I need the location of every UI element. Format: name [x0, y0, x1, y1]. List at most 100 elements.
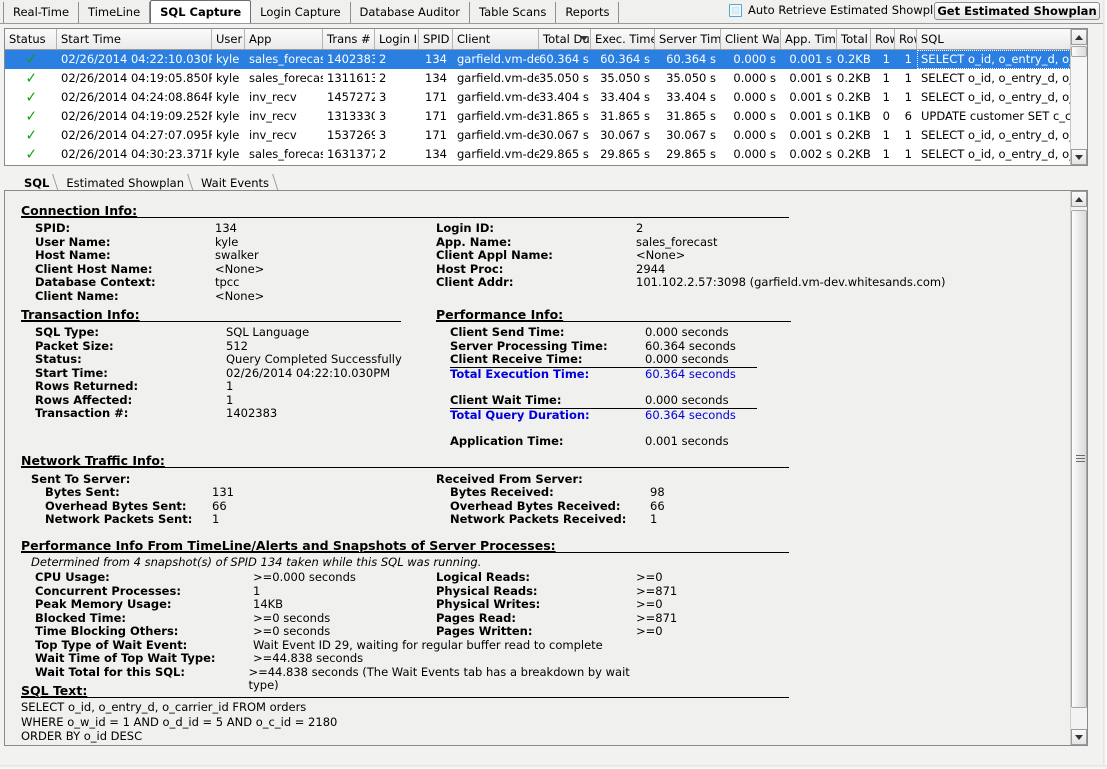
main-tab-real-time[interactable]: Real-Time: [3, 2, 80, 23]
row-status-cell: ✓: [5, 88, 57, 107]
info-row: Network Packets Sent: 1: [45, 512, 431, 527]
top-tab-bar: Real-Time TimeLine SQL Capture Login Captur…: [0, 0, 1107, 24]
grid-column-header-total-du-8[interactable]: Total Du: [539, 29, 591, 49]
detail-scroll-down-button[interactable]: [1071, 729, 1087, 745]
grid-column-header-row-14[interactable]: Row: [871, 29, 895, 49]
main-tab-timeline[interactable]: TimeLine: [79, 2, 151, 23]
info-row: Pages Read: >=871: [436, 611, 836, 626]
grid-column-header-start-time-1[interactable]: Start Time: [57, 29, 212, 49]
cell-start-time: 02/26/2014 04:30:23.371PM: [61, 147, 212, 161]
detail-scroll-up-button[interactable]: [1071, 191, 1087, 207]
table-row[interactable]: ✓ 02/26/2014 04:19:09.252PM kyle inv_recv 13…: [5, 107, 1087, 126]
cell-exec-time: 60.364 s: [600, 52, 650, 66]
grid-column-header-row-15[interactable]: Row: [895, 29, 917, 49]
grid-column-header-spid-6[interactable]: SPID: [419, 29, 453, 49]
cell-login-id: 3: [379, 90, 387, 104]
main-tab-table-scans[interactable]: Table Scans: [470, 2, 557, 23]
grid-scroll-down-button[interactable]: [1071, 149, 1087, 165]
grid-column-header-app-3[interactable]: App: [245, 29, 323, 49]
info-label: Client Name:: [35, 288, 119, 303]
grid-column-header-total-13[interactable]: Total: [837, 29, 871, 49]
info-value: 0.001 seconds: [645, 434, 729, 448]
info-value: >=0 seconds: [253, 610, 331, 625]
grid-header-row[interactable]: StatusStart TimeUserAppTrans #Login IDSP…: [5, 29, 1087, 50]
info-value: sales_forecast: [636, 234, 718, 249]
window-bottom-edge: [0, 765, 1107, 769]
cell-server-time: 30.067 s: [666, 128, 716, 142]
info-value: Query Completed Successfully: [226, 352, 402, 366]
grid-column-header-sql-16[interactable]: SQL: [917, 29, 1087, 49]
grid-column-header-trans--4[interactable]: Trans #: [323, 29, 375, 49]
grid-column-header-app-time-12[interactable]: App. Time: [781, 29, 837, 49]
info-value: <None>: [215, 288, 265, 303]
info-value: tpcc: [215, 275, 240, 289]
table-row[interactable]: ✓ 02/26/2014 04:19:05.850PM kyle sales_fore…: [5, 69, 1087, 88]
grid-body[interactable]: ✓ 02/26/2014 04:22:10.030PM kyle sales_fore…: [5, 50, 1087, 165]
table-row[interactable]: ✓ 02/26/2014 04:30:23.371PM kyle sales_fore…: [5, 145, 1087, 164]
grid-column-header-exec-time-9[interactable]: Exec. Time: [591, 29, 655, 49]
cell-trans-: 1402383: [327, 52, 375, 66]
info-row: Top Type of Wait Event: Wait Event ID 29,…: [35, 637, 655, 653]
main-tab-reports[interactable]: Reports: [556, 2, 620, 23]
cell-trans-: 1311613: [327, 71, 375, 85]
get-estimated-showplan-button[interactable]: Get Estimated Showplan: [934, 2, 1100, 20]
detail-scroll-thumb[interactable]: [1071, 210, 1087, 708]
auto-retrieve-showplan-label: Auto Retrieve Estimated Showplan: [748, 3, 948, 17]
info-value: kyle: [215, 234, 239, 249]
main-tab-strip[interactable]: Real-Time TimeLine SQL Capture Login Captur…: [3, 0, 620, 23]
grid-column-header-login-id-5[interactable]: Login ID: [375, 29, 419, 49]
cell-row: 1: [904, 52, 912, 66]
sent-to-server-header: Sent To Server:: [31, 472, 131, 486]
table-row-partial[interactable]: [5, 164, 1087, 165]
info-label: Status:: [35, 352, 82, 366]
sql-capture-window: Real-Time TimeLine SQL Capture Login Captur…: [0, 0, 1107, 769]
sql-text-body[interactable]: SELECT o_id, o_entry_d, o_carrier_id FRO…: [21, 700, 1051, 744]
cell-spid: 134: [425, 52, 447, 66]
main-tab-sql-capture[interactable]: SQL Capture: [150, 0, 252, 23]
grid-column-header-status-0[interactable]: Status: [5, 29, 57, 49]
cell-trans-: 1457272: [327, 90, 375, 104]
transaction-info-section: Transaction Info: SQL Type: SQL Language P…: [21, 307, 421, 421]
info-value: 1: [212, 512, 220, 526]
auto-retrieve-showplan-checkbox[interactable]: Auto Retrieve Estimated Showplan: [729, 3, 948, 17]
grid-column-header-client-wa-11[interactable]: Client Wa: [721, 29, 781, 49]
cell-trans-: 1313330: [327, 109, 375, 123]
cell-app-time: 0.001 s: [789, 71, 832, 85]
cell-user: kyle: [216, 128, 240, 142]
sql-capture-grid[interactable]: StatusStart TimeUserAppTrans #Login IDSP…: [4, 28, 1088, 166]
info-row: App. Name: sales_forecast: [436, 234, 1036, 250]
cell-server-time: 29.865 s: [666, 147, 716, 161]
cell-exec-time: 30.067 s: [600, 128, 650, 142]
info-label: Bytes Received:: [450, 485, 554, 499]
table-row[interactable]: ✓ 02/26/2014 04:22:10.030PM kyle sales_fore…: [5, 50, 1087, 69]
info-label: Physical Reads:: [436, 583, 538, 598]
network-traffic-title: Network Traffic Info:: [21, 453, 165, 468]
info-value: 98: [650, 485, 665, 499]
table-row[interactable]: ✓ 02/26/2014 04:27:07.095PM kyle inv_recv 15…: [5, 126, 1087, 145]
detail-vertical-scrollbar[interactable]: [1070, 191, 1087, 745]
detail-tab-strip[interactable]: SQL Estimated Showplan Wait Events: [14, 172, 279, 192]
grid-vertical-scrollbar[interactable]: [1070, 29, 1087, 165]
table-row[interactable]: ✓ 02/26/2014 04:24:08.864PM kyle inv_recv 14…: [5, 88, 1087, 107]
info-row: Login ID: 2: [436, 221, 1036, 236]
grid-scroll-up-button[interactable]: [1071, 29, 1087, 45]
cell-row: 1: [904, 71, 912, 85]
sql-text-title: SQL Text:: [21, 683, 88, 698]
info-label: Total Execution Time:: [450, 366, 590, 381]
grid-column-header-user-2[interactable]: User: [212, 29, 245, 49]
grid-scroll-thumb[interactable]: [1071, 46, 1087, 57]
info-label: Client Send Time:: [450, 325, 565, 339]
cell-login-id: 2: [379, 52, 387, 66]
info-row: Client Receive Time: 0.000 seconds: [450, 352, 836, 368]
main-tab-database-auditor[interactable]: Database Auditor: [351, 2, 470, 23]
grid-column-header-client-7[interactable]: Client: [453, 29, 539, 49]
info-value: Wait Event ID 29, waiting for regular bu…: [253, 637, 603, 652]
main-tab-login-capture[interactable]: Login Capture: [251, 2, 351, 23]
info-label: Client Appl Name:: [436, 248, 553, 262]
info-value: 66: [212, 498, 227, 513]
info-row: Network Packets Received: 1: [450, 512, 886, 527]
grid-column-header-server-time-10[interactable]: Server Time: [655, 29, 721, 49]
checkbox-indicator[interactable]: [729, 3, 742, 17]
cell-start-time: 02/26/2014 04:19:09.252PM: [61, 109, 212, 123]
cell-client-wa: 0.000 s: [733, 109, 776, 123]
